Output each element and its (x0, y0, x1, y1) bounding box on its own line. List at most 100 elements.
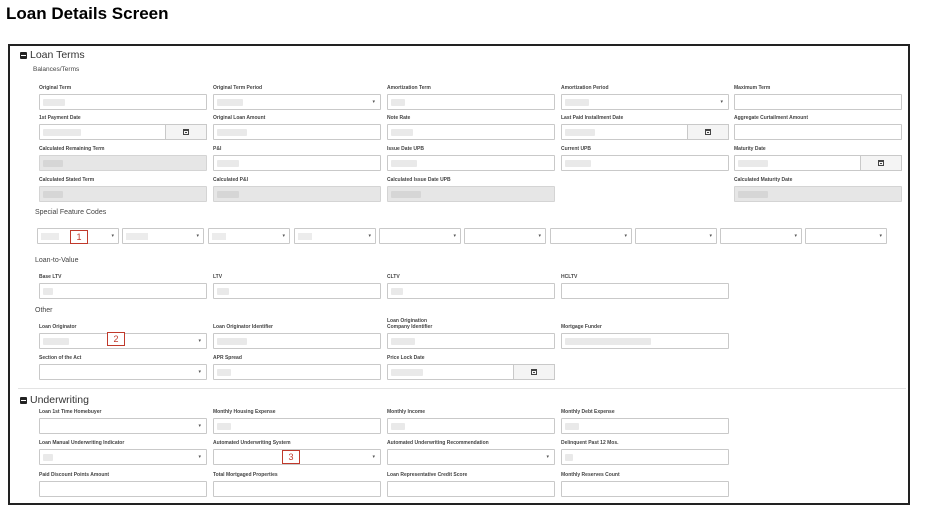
page-title: Loan Details Screen (6, 4, 169, 23)
field-note-rate: Note Rate (387, 115, 555, 140)
field-monthly-income: Monthly Income (387, 409, 555, 434)
total-mortgaged-properties-input[interactable] (213, 481, 381, 497)
field-calculated-maturity-date: Calculated Maturity Date (734, 177, 902, 202)
section-loan-terms-header[interactable]: Loan Terms (20, 49, 85, 61)
field-paid-discount-points-amount: Paid Discount Points Amount (39, 472, 207, 497)
calendar-button[interactable] (513, 364, 555, 380)
field-price-lock-date: Price Lock Date (387, 355, 555, 380)
caret-down-icon: ▾ (198, 454, 201, 460)
field-calculated-pi: Calculated P&I (213, 177, 381, 202)
field-current-upb: Current UPB (561, 146, 729, 171)
calculated-remaining-term-value (39, 155, 207, 171)
field-base-ltv: Base LTV (39, 274, 207, 299)
field-original-loan-amount: Original Loan Amount (213, 115, 381, 140)
field-apr-spread: APR Spread (213, 355, 381, 380)
special-feature-code-select-7[interactable]: ▾ (550, 228, 632, 244)
calendar-button[interactable] (860, 155, 902, 171)
field-amortization-term: Amortization Term (387, 85, 555, 110)
cltv-input[interactable] (387, 283, 555, 299)
section-underwriting-header[interactable]: Underwriting (20, 394, 89, 406)
minus-square-icon[interactable] (20, 51, 27, 59)
last-paid-installment-date-input[interactable] (561, 124, 729, 140)
special-feature-code-select-9[interactable]: ▾ (720, 228, 802, 244)
field-mortgage-funder: Mortgage Funder (561, 324, 729, 349)
calendar-button[interactable] (687, 124, 729, 140)
section-of-the-act-select[interactable]: ▾ (39, 364, 207, 380)
caret-down-icon: ▾ (794, 233, 797, 239)
calendar-button[interactable] (165, 124, 207, 140)
original-term-period-select[interactable]: ▾ (213, 94, 381, 110)
calculated-maturity-date-value (734, 186, 902, 202)
special-feature-code-select-3[interactable]: ▾ (208, 228, 290, 244)
amortization-period-select[interactable]: ▾ (561, 94, 729, 110)
field-section-of-the-act: Section of the Act ▾ (39, 355, 207, 380)
current-upb-input[interactable] (561, 155, 729, 171)
subhead-other: Other (35, 307, 53, 314)
callout-marker-3: 3 (282, 450, 300, 464)
base-ltv-input[interactable] (39, 283, 207, 299)
field-loan-1st-time-homebuyer: Loan 1st Time Homebuyer ▾ (39, 409, 207, 434)
monthly-housing-expense-input[interactable] (213, 418, 381, 434)
maximum-term-input[interactable] (734, 94, 902, 110)
special-feature-code-select-4[interactable]: ▾ (294, 228, 376, 244)
loan-manual-underwriting-indicator-select[interactable]: ▾ (39, 449, 207, 465)
field-maturity-date: Maturity Date (734, 146, 902, 171)
aggregate-curtailment-amount-input[interactable] (734, 124, 902, 140)
automated-underwriting-recommendation-select[interactable]: ▾ (387, 449, 555, 465)
caret-down-icon: ▾ (624, 233, 627, 239)
field-issue-date-upb: Issue Date UPB (387, 146, 555, 171)
hcltv-input[interactable] (561, 283, 729, 299)
loan-representative-credit-score-input[interactable] (387, 481, 555, 497)
loan-origination-company-identifier-input[interactable] (387, 333, 555, 349)
caret-down-icon: ▾ (709, 233, 712, 239)
first-payment-date-input[interactable] (39, 124, 207, 140)
minus-square-icon[interactable] (20, 396, 27, 404)
maturity-date-input[interactable] (734, 155, 902, 171)
monthly-income-input[interactable] (387, 418, 555, 434)
issue-date-upb-input[interactable] (387, 155, 555, 171)
caret-down-icon: ▾ (111, 233, 114, 239)
field-calculated-issue-date-upb: Calculated Issue Date UPB (387, 177, 555, 202)
field-first-payment-date: 1st Payment Date (39, 115, 207, 140)
field-last-paid-installment-date: Last Paid Installment Date (561, 115, 729, 140)
callout-marker-2: 2 (107, 332, 125, 346)
calendar-icon (878, 160, 884, 166)
special-feature-code-select-10[interactable]: ▾ (805, 228, 887, 244)
apr-spread-input[interactable] (213, 364, 381, 380)
calendar-icon (183, 129, 189, 135)
special-feature-code-select-6[interactable]: ▾ (464, 228, 546, 244)
caret-down-icon: ▾ (368, 233, 371, 239)
monthly-reserves-count-input[interactable] (561, 481, 729, 497)
caret-down-icon: ▾ (198, 338, 201, 344)
paid-discount-points-amount-input[interactable] (39, 481, 207, 497)
calendar-icon (705, 129, 711, 135)
calculated-stated-term-value (39, 186, 207, 202)
field-delinquent-past-12-mos: Delinquent Past 12 Mos. (561, 440, 729, 465)
original-loan-amount-input[interactable] (213, 124, 381, 140)
field-pi: P&I (213, 146, 381, 171)
special-feature-code-select-8[interactable]: ▾ (635, 228, 717, 244)
loan-1st-time-homebuyer-select[interactable]: ▾ (39, 418, 207, 434)
field-calculated-stated-term: Calculated Stated Term (39, 177, 207, 202)
caret-down-icon: ▾ (720, 99, 723, 105)
loan-originator-identifier-input[interactable] (213, 333, 381, 349)
callout-marker-1: 1 (70, 230, 88, 244)
subhead-special-feature-codes: Special Feature Codes (35, 209, 107, 216)
field-maximum-term: Maximum Term (734, 85, 902, 110)
special-feature-code-select-2[interactable]: ▾ (122, 228, 204, 244)
special-feature-code-select-5[interactable]: ▾ (379, 228, 461, 244)
amortization-term-input[interactable] (387, 94, 555, 110)
subhead-loan-to-value: Loan-to-Value (35, 257, 79, 264)
ltv-input[interactable] (213, 283, 381, 299)
pi-input[interactable] (213, 155, 381, 171)
note-rate-input[interactable] (387, 124, 555, 140)
field-loan-origination-company-identifier: Loan Origination Company Identifier (387, 318, 555, 349)
original-term-input[interactable] (39, 94, 207, 110)
delinquent-past-12-mos-input[interactable] (561, 449, 729, 465)
section-underwriting-title: Underwriting (30, 394, 89, 406)
mortgage-funder-input[interactable] (561, 333, 729, 349)
field-automated-underwriting-recommendation: Automated Underwriting Recommendation ▾ (387, 440, 555, 465)
price-lock-date-input[interactable] (387, 364, 555, 380)
monthly-debt-expense-input[interactable] (561, 418, 729, 434)
field-ltv: LTV (213, 274, 381, 299)
